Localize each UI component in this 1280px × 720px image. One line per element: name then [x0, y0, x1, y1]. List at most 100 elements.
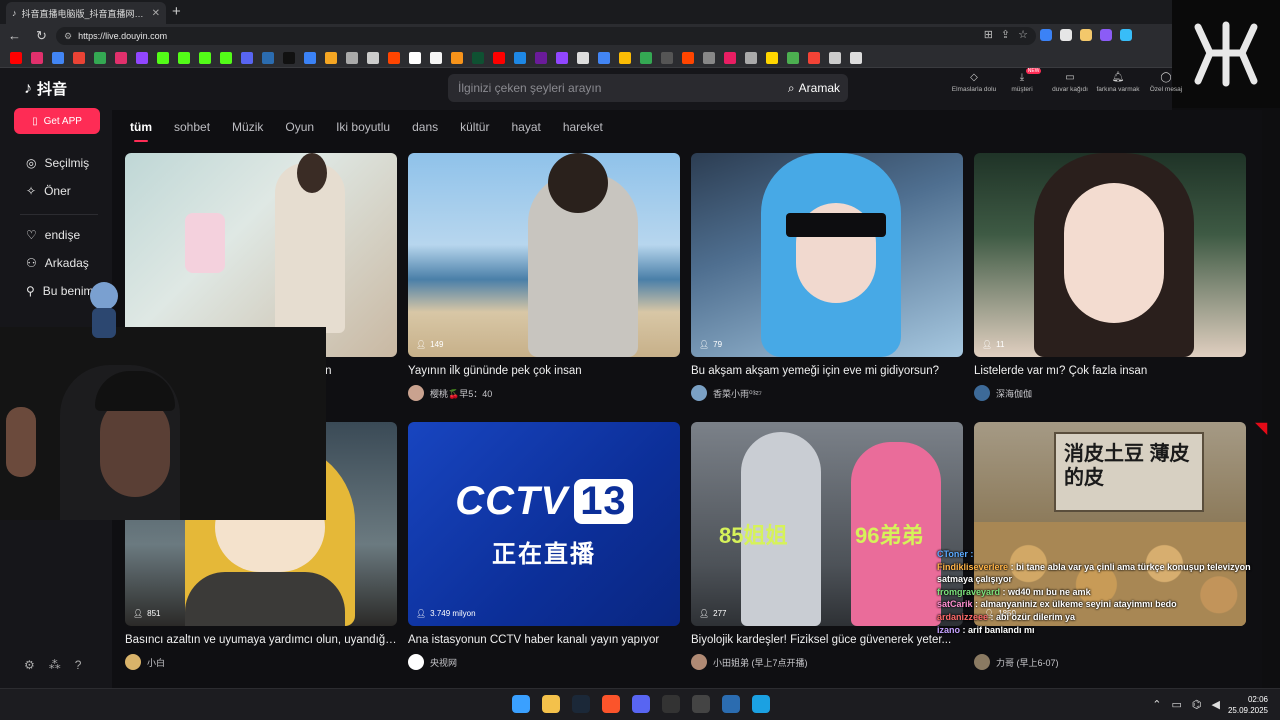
tab-life[interactable]: hayat [511, 120, 540, 134]
bookmark-icon[interactable] [514, 52, 526, 64]
file-explorer-icon[interactable] [542, 695, 560, 713]
bookmark-icon[interactable] [493, 52, 505, 64]
windows-start-icon[interactable] [512, 695, 530, 713]
bookmark-icon[interactable] [556, 52, 568, 64]
douyin-logo[interactable]: ♪ 抖音 [24, 78, 67, 99]
live-card[interactable]: 👤︎ 149 Yayının ilk gününde pek çok insan… [408, 153, 680, 401]
new-tab-button[interactable]: + [172, 3, 181, 20]
chevron-up-icon[interactable]: ⌃ [1152, 698, 1161, 711]
sidebar-item-friends[interactable]: ⚇ Arkadaş [26, 256, 89, 270]
sidebar-item-recommend[interactable]: ✧ Öner [26, 184, 71, 198]
bookmark-icon[interactable] [850, 52, 862, 64]
bookmark-icon[interactable] [829, 52, 841, 64]
bookmark-icon[interactable] [535, 52, 547, 64]
extension-icon[interactable] [1100, 29, 1112, 41]
bookmark-icon[interactable] [73, 52, 85, 64]
tab-all[interactable]: tüm [130, 120, 152, 142]
tab-games[interactable]: Oyun [285, 120, 314, 134]
url-field[interactable]: ⚙ https://live.douyin.com [56, 27, 1036, 45]
header-action-client[interactable]: ⤓ NEW müşteri [998, 68, 1046, 94]
settings-icon[interactable]: ⚙ [24, 658, 35, 672]
bookmark-icon[interactable] [577, 52, 589, 64]
bookmark-icon[interactable] [766, 52, 778, 64]
live-card[interactable]: 85姐姐 96弟弟 👤︎ 277 Biyolojik kardeşler! Fi… [691, 422, 963, 670]
extension-icon[interactable] [1060, 29, 1072, 41]
bookmark-icon[interactable] [808, 52, 820, 64]
taskbar-clock[interactable]: 02:06 25.09.2025 [1228, 694, 1268, 716]
extension-icon[interactable] [1120, 29, 1132, 41]
header-action-wallpaper[interactable]: ▭ duvar kağıdı [1046, 72, 1094, 94]
tab-anime[interactable]: Iki boyutlu [336, 120, 390, 134]
bookmark-icon[interactable] [451, 52, 463, 64]
bookmark-icon[interactable] [619, 52, 631, 64]
sidebar-item-following[interactable]: ♡ endişe [26, 228, 80, 242]
live-card[interactable]: 👤︎ 11 Listelerde var mı? Çok fazla insan… [974, 153, 1246, 401]
bookmark-icon[interactable] [10, 52, 22, 64]
bookmark-icon[interactable] [220, 52, 232, 64]
obs-icon[interactable] [692, 695, 710, 713]
live-card[interactable]: CCTV 13 正在直播 👤︎ 3.749 milyon Ana istasyo… [408, 422, 680, 670]
tab-music[interactable]: Müzik [232, 120, 263, 134]
bookmark-icon[interactable] [199, 52, 211, 64]
bookmark-icon[interactable] [52, 52, 64, 64]
bookmark-icon[interactable] [682, 52, 694, 64]
live-card[interactable]: 👤︎ 79 Bu akşam akşam yemeği için eve mi … [691, 153, 963, 401]
steam-icon[interactable] [572, 695, 590, 713]
extension-icon[interactable] [1080, 29, 1092, 41]
bookmark-icon[interactable] [241, 52, 253, 64]
bookmark-icon[interactable] [703, 52, 715, 64]
discord-icon[interactable] [632, 695, 650, 713]
bookmark-icon[interactable] [346, 52, 358, 64]
bookmark-icon[interactable] [598, 52, 610, 64]
back-icon[interactable]: ← [8, 28, 21, 43]
search-button[interactable]: ⌕ Aramak [780, 81, 848, 96]
bookmark-icon[interactable] [283, 52, 295, 64]
battery-icon[interactable]: ▭ [1172, 698, 1182, 711]
bookmark-icon[interactable] [787, 52, 799, 64]
help-icon[interactable]: ? [75, 658, 82, 672]
header-action-diamonds[interactable]: ◇ Elmaslarla dolu [950, 72, 998, 94]
bookmark-icon[interactable] [409, 52, 421, 64]
bookmark-icon[interactable] [304, 52, 316, 64]
tab-chat[interactable]: sohbet [174, 120, 210, 134]
bookmark-icon[interactable] [388, 52, 400, 64]
speaker-icon[interactable]: ◀ [1212, 698, 1220, 711]
bookmark-icon[interactable] [640, 52, 652, 64]
translate-icon[interactable]: ⊞ [984, 28, 993, 41]
bookmark-icon[interactable] [178, 52, 190, 64]
bookmark-icon[interactable] [115, 52, 127, 64]
tab-sports[interactable]: hareket [563, 120, 603, 134]
bookmark-icon[interactable] [430, 52, 442, 64]
bookmark-star-icon[interactable]: ☆ [1018, 28, 1028, 41]
bookmark-icon[interactable] [661, 52, 673, 64]
bookmark-icon[interactable] [157, 52, 169, 64]
bookmark-icon[interactable] [262, 52, 274, 64]
bookmark-icon[interactable] [94, 52, 106, 64]
brave-icon[interactable] [602, 695, 620, 713]
apps-grid-icon[interactable]: ⁂ [49, 658, 61, 672]
sidebar-item-selected[interactable]: ◎ Seçilmiş [26, 156, 89, 170]
bookmark-icon[interactable] [367, 52, 379, 64]
reload-icon[interactable]: ↻ [36, 28, 47, 44]
bookmark-icon[interactable] [472, 52, 484, 64]
tab-dance[interactable]: dans [412, 120, 438, 134]
bookmark-icon[interactable] [136, 52, 148, 64]
bookmark-icon[interactable] [724, 52, 736, 64]
search-input[interactable] [448, 74, 780, 102]
share-icon[interactable]: ⇪ [1001, 28, 1010, 41]
tab-culture[interactable]: kültür [460, 120, 489, 134]
app-icon[interactable] [722, 695, 740, 713]
close-tab-icon[interactable]: ✕ [152, 8, 160, 19]
edge-icon[interactable] [752, 695, 770, 713]
get-app-button[interactable]: ▯ Get APP [14, 108, 100, 134]
app-icon[interactable] [662, 695, 680, 713]
extension-icon[interactable] [1040, 29, 1052, 41]
site-info-icon[interactable]: ⚙ [64, 31, 72, 42]
header-action-messages[interactable]: ◯ Özel mesaj [1142, 72, 1190, 94]
bookmark-icon[interactable] [745, 52, 757, 64]
bookmark-icon[interactable] [31, 52, 43, 64]
browser-tab[interactable]: ♪ 抖音直播电脑版_抖音直播网页版 ✕ [6, 2, 166, 24]
network-icon[interactable]: ⌬ [1192, 698, 1202, 711]
bookmark-icon[interactable] [325, 52, 337, 64]
header-action-notifications[interactable]: 🔔︎ farkına varmak [1094, 72, 1142, 94]
